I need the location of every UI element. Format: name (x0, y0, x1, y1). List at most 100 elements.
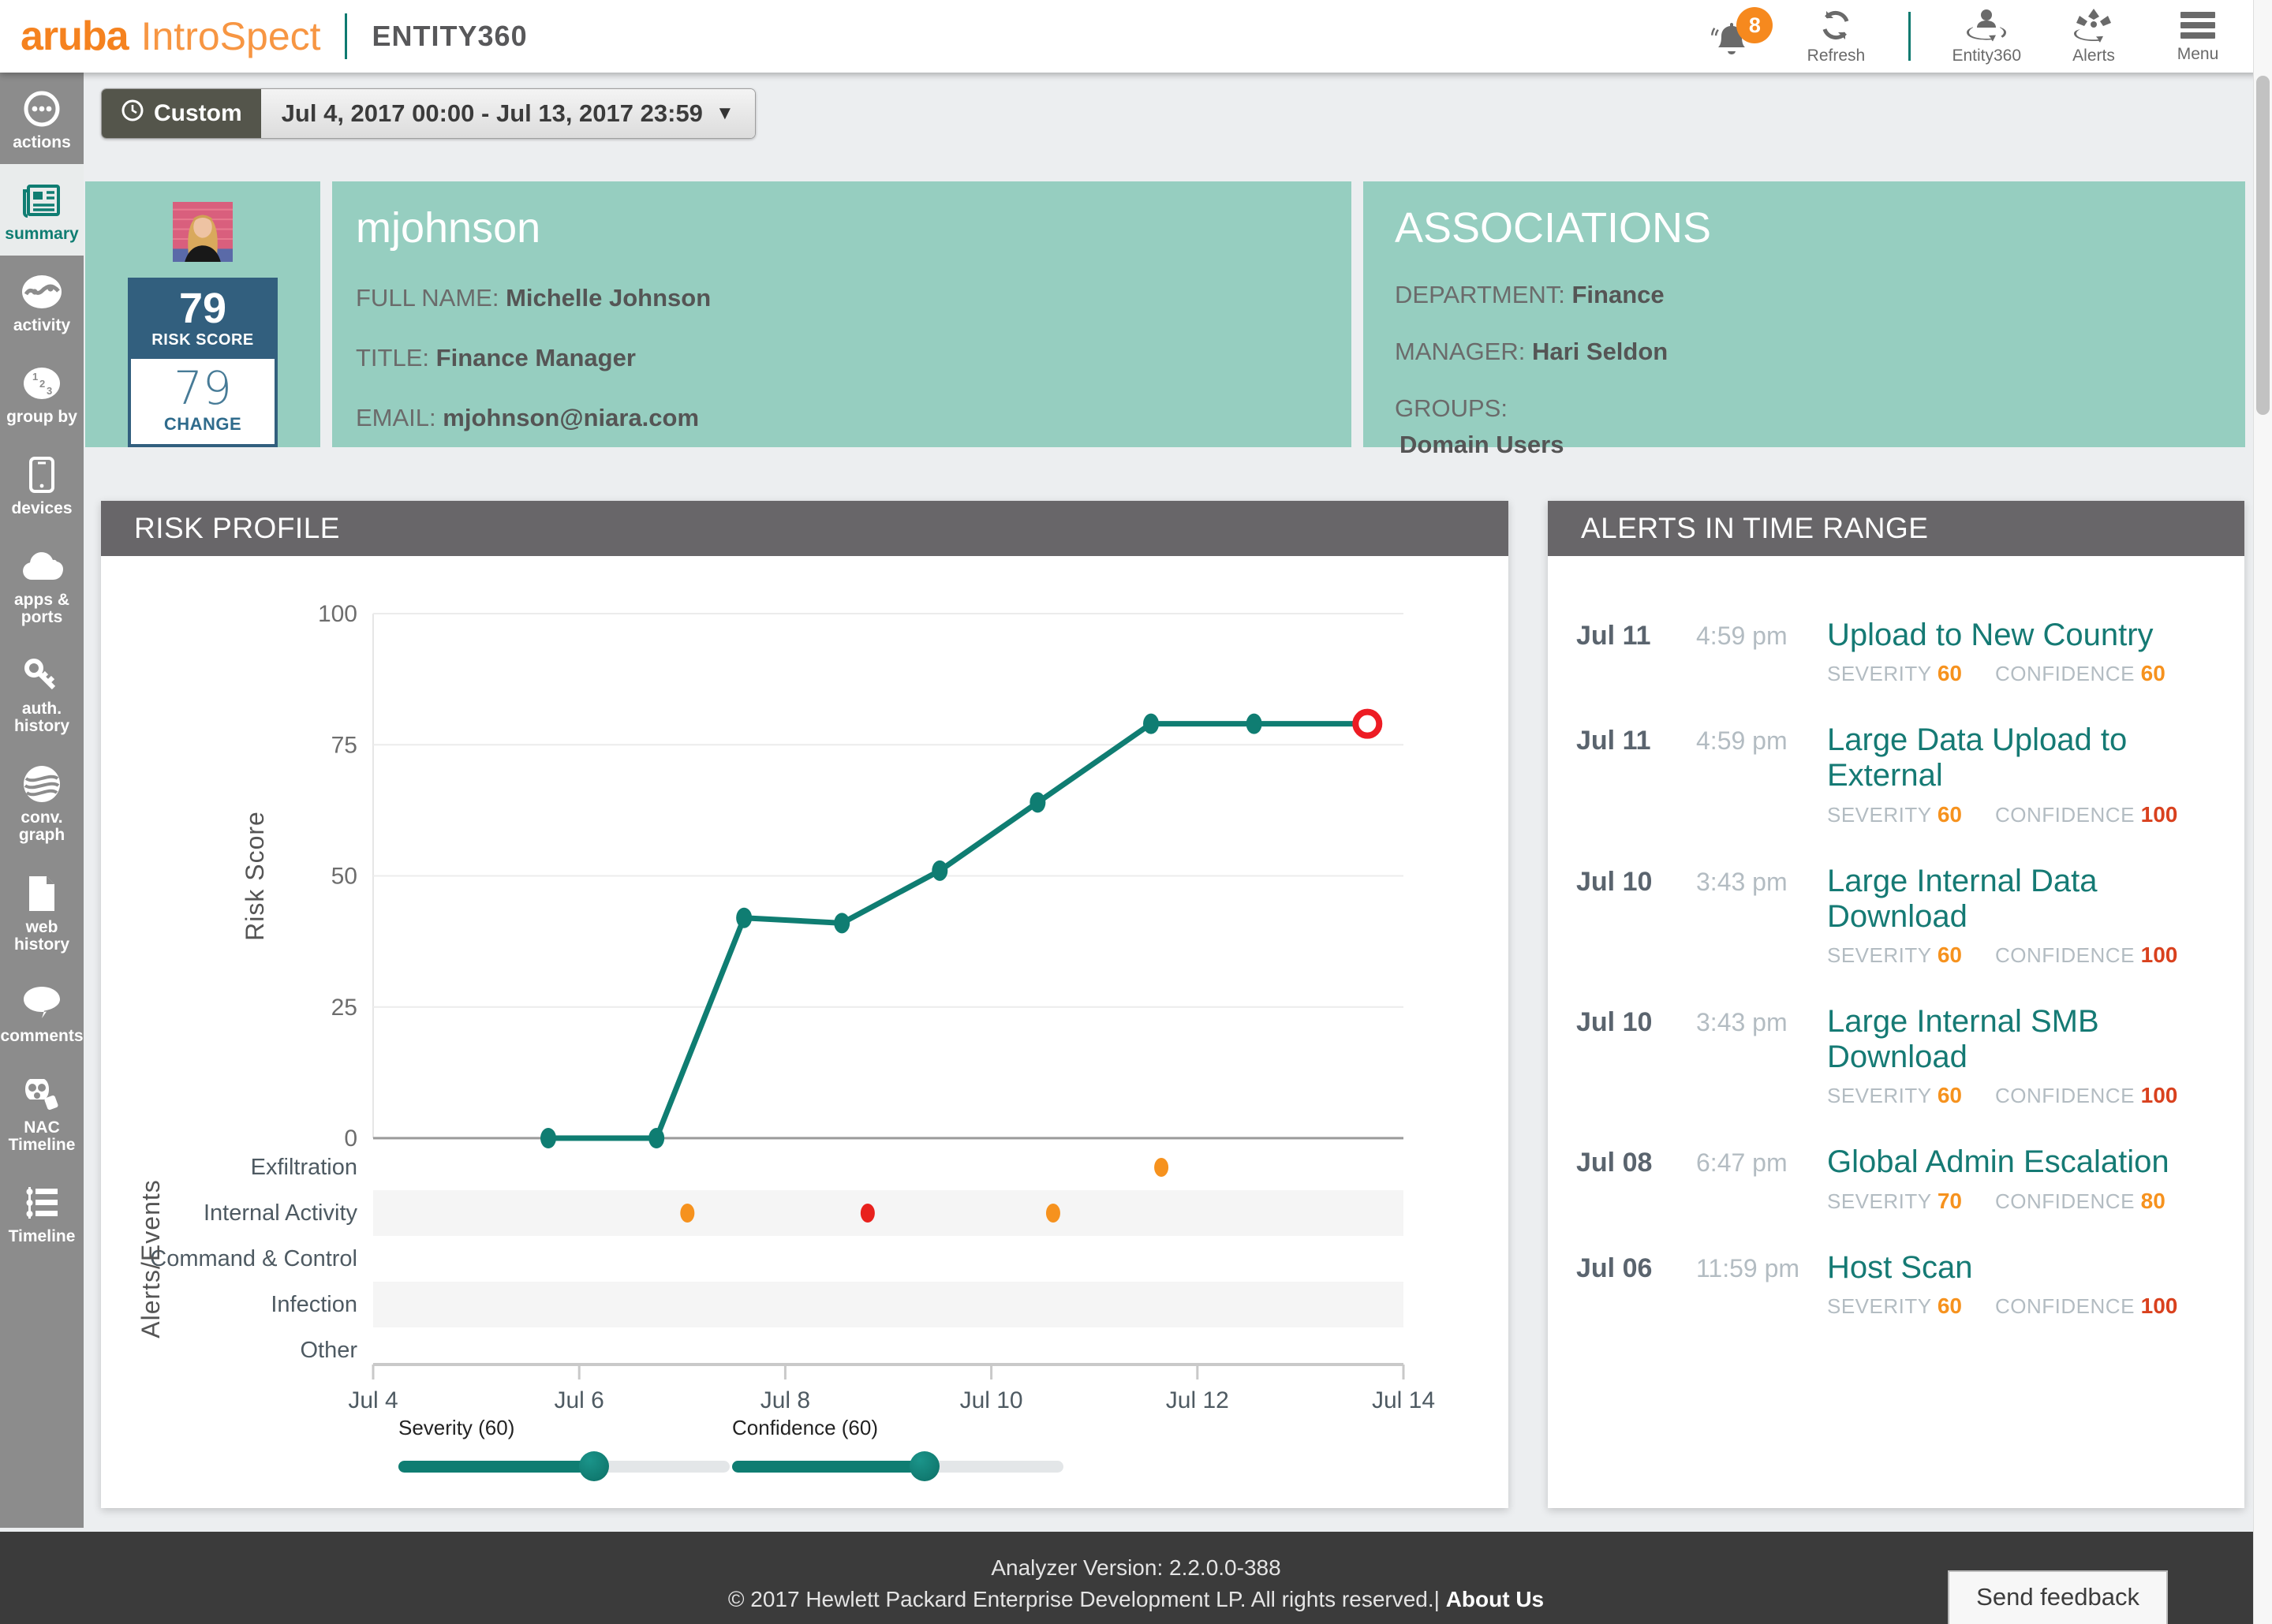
alert-title-link[interactable]: Large Internal SMB Download (1827, 1004, 2229, 1075)
svg-text:Jul 4: Jul 4 (348, 1387, 398, 1413)
sidebar-item-activity[interactable]: activity (0, 256, 84, 347)
event-dot[interactable] (860, 1204, 875, 1223)
severity-slider-fill (398, 1461, 594, 1473)
svg-text:Exfiltration: Exfiltration (251, 1155, 357, 1180)
svg-text:Other: Other (300, 1338, 357, 1363)
sidebar-item-apps-ports[interactable]: apps & ports (0, 530, 84, 639)
sidebar-item-conv-graph[interactable]: conv. graph (0, 748, 84, 857)
app-footer: Analyzer Version: 2.2.0.0-388 © 2017 Hew… (0, 1532, 2272, 1624)
sidebar-item-actions[interactable]: actions (0, 73, 84, 164)
alert-title-link[interactable]: Upload to New Country (1827, 618, 2229, 653)
risk-point[interactable] (834, 913, 850, 934)
timeline-icon (24, 1182, 60, 1223)
about-us-link[interactable]: About Us (1446, 1587, 1544, 1611)
sidebar-item-comments[interactable]: comments (0, 966, 84, 1058)
alert-time: 4:59 pm (1696, 622, 1788, 650)
svg-text:Jul 10: Jul 10 (960, 1387, 1023, 1413)
svg-text:Jul 12: Jul 12 (1166, 1387, 1229, 1413)
entity360-button[interactable]: Entity360 (1952, 7, 2021, 65)
risk-point[interactable] (736, 907, 753, 928)
alert-date: Jul 11 (1576, 726, 1651, 756)
key-icon (22, 655, 62, 696)
summary-icon (22, 180, 62, 221)
title-row: TITLE: Finance Manager (356, 344, 636, 371)
sidebar-item-devices[interactable]: devices (0, 439, 84, 530)
alert-title-link[interactable]: Large Internal Data Download (1827, 864, 2229, 935)
risk-point[interactable] (1143, 713, 1160, 734)
alert-title-link[interactable]: Host Scan (1827, 1250, 2229, 1286)
alert-date: Jul 06 (1576, 1253, 1653, 1283)
risk-score-box: 79 RISK SCORE 79 CHANGE (128, 278, 278, 447)
scrollbar-thumb[interactable] (2256, 76, 2270, 415)
alert-date: Jul 10 (1576, 1006, 1653, 1037)
severity-slider-track[interactable] (398, 1451, 730, 1481)
alert-severity: SEVERITY 70 (1827, 1188, 1963, 1213)
notifications-button[interactable]: 8 (1700, 7, 1773, 59)
brand-logo: aruba IntroSpect (21, 13, 321, 60)
svg-text:Command & Control: Command & Control (150, 1246, 357, 1271)
alerts-icon (2074, 7, 2113, 43)
entity-score-card: 79 RISK SCORE 79 CHANGE (85, 181, 320, 447)
time-range-value[interactable]: Jul 4, 2017 00:00 - Jul 13, 2017 23:59 ▼ (260, 89, 755, 138)
sidebar-item-web-history[interactable]: web history (0, 857, 84, 966)
alert-confidence: CONFIDENCE 100 (1995, 942, 2178, 967)
risk-point[interactable] (1030, 792, 1046, 813)
alert-date: Jul 11 (1576, 621, 1651, 651)
alert-date: Jul 10 (1576, 866, 1653, 897)
alert-row: Jul 11 4:59 pm Large Data Upload to Exte… (1576, 722, 2229, 827)
svg-text:3: 3 (47, 385, 52, 397)
alert-title-link[interactable]: Large Data Upload to External (1827, 722, 2229, 793)
severity-slider-knob[interactable] (578, 1451, 609, 1481)
refresh-icon (1818, 7, 1854, 43)
notification-badge: 8 (1736, 7, 1773, 43)
department-row: DEPARTMENT: Finance (1395, 281, 1665, 308)
page-scrollbar[interactable] (2253, 0, 2272, 1624)
event-dot[interactable] (1154, 1158, 1169, 1177)
event-dot[interactable] (1045, 1204, 1060, 1223)
current-risk-marker[interactable] (1352, 708, 1383, 739)
alert-severity: SEVERITY 60 (1827, 661, 1963, 686)
confidence-slider-knob[interactable] (909, 1451, 940, 1481)
svg-text:2: 2 (39, 378, 45, 390)
risk-point[interactable] (932, 860, 948, 881)
svg-text:1: 1 (32, 371, 38, 383)
groups-label-row: GROUPS: (1395, 394, 1508, 422)
event-dot[interactable] (680, 1204, 695, 1223)
confidence-slider: Confidence (60) (732, 1416, 1063, 1481)
sidebar-item-group-by[interactable]: 123 group by (0, 347, 84, 439)
comment-icon (22, 982, 62, 1023)
document-icon (26, 873, 58, 914)
user-photo (173, 202, 233, 262)
alert-severity: SEVERITY 60 (1827, 942, 1963, 967)
severity-slider-label: Severity (60) (398, 1416, 515, 1439)
send-feedback-button[interactable]: Send feedback (1948, 1570, 2168, 1624)
alert-title-link[interactable]: Global Admin Escalation (1827, 1144, 2229, 1180)
refresh-button[interactable]: Refresh (1804, 7, 1867, 65)
chevron-down-icon: ▼ (715, 103, 734, 124)
svg-text:100: 100 (318, 601, 357, 627)
brand-aruba: aruba (21, 13, 129, 59)
time-range-control[interactable]: Custom Jul 4, 2017 00:00 - Jul 13, 2017 … (101, 88, 756, 139)
alert-time: 3:43 pm (1696, 1007, 1788, 1036)
menu-button[interactable]: Menu (2166, 9, 2229, 64)
time-range-mode-button[interactable]: Custom (102, 89, 261, 138)
risk-point[interactable] (540, 1128, 557, 1148)
header-divider (344, 13, 347, 59)
sidebar-item-summary[interactable]: summary (0, 164, 84, 256)
alert-time: 4:59 pm (1696, 726, 1788, 756)
email-row: EMAIL: mjohnson@niara.com (356, 404, 700, 431)
svg-text:25: 25 (331, 995, 357, 1021)
alerts-button[interactable]: Alerts (2062, 7, 2125, 65)
associations-card: ASSOCIATIONS DEPARTMENT: Finance MANAGER… (1363, 181, 2245, 458)
sidebar-item-nac-timeline[interactable]: NAC Timeline (0, 1058, 84, 1167)
sidebar-item-auth-history[interactable]: auth. history (0, 639, 84, 748)
sidebar-item-timeline[interactable]: Timeline (0, 1167, 84, 1258)
confidence-slider-track[interactable] (732, 1451, 1063, 1481)
risk-point[interactable] (648, 1128, 665, 1148)
risk-point[interactable] (1246, 713, 1262, 734)
alerts-heading: ALERTS IN TIME RANGE (1548, 501, 2244, 556)
cloud-icon (21, 546, 63, 587)
entity360-icon (1967, 7, 2007, 43)
gas-mask-icon (22, 1073, 62, 1114)
risk-change-label: CHANGE (163, 414, 242, 434)
